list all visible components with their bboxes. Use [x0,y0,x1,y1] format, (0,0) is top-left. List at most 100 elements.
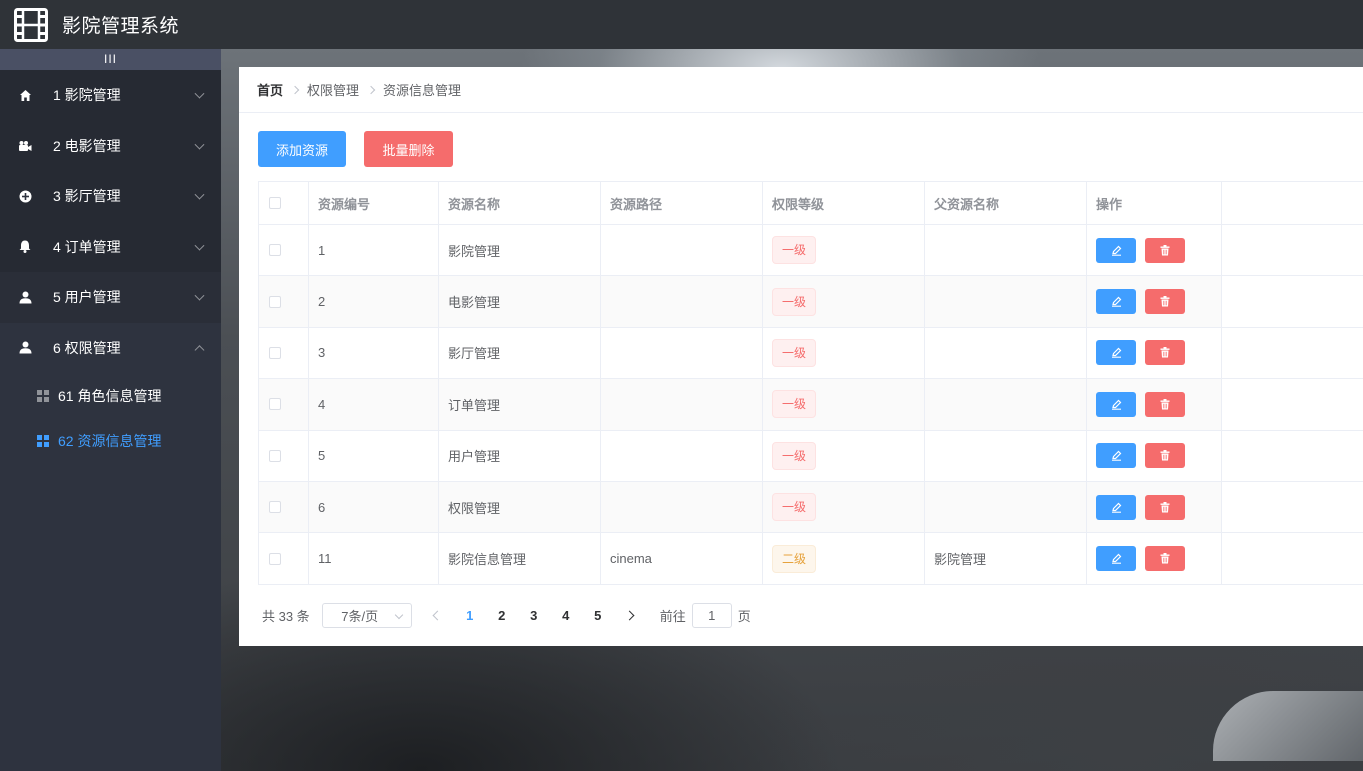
cell-parent [925,379,1087,431]
user-icon [18,341,32,355]
row-checkbox[interactable] [269,295,281,308]
page-number[interactable]: 1 [454,601,486,629]
cell-name: 订单管理 [439,379,601,431]
chevron-down-icon [394,610,403,619]
row-checkbox[interactable] [269,552,281,565]
cell-name: 影厅管理 [439,327,601,380]
table-row: 6 权限管理 一级 [258,481,1363,534]
camera-icon [18,139,32,153]
sidebar-item-label: 6 权限管理 [53,339,121,356]
edit-button[interactable] [1096,391,1136,417]
delete-button[interactable] [1145,391,1185,417]
breadcrumb-separator-icon [290,85,300,94]
level-tag: 一级 [772,493,817,522]
breadcrumb: 首页 权限管理 资源信息管理 [239,67,1363,113]
cell-id: 11 [309,533,439,585]
table-row: 4 订单管理 一级 [258,379,1363,431]
table-row: 11 影院信息管理 cinema 二级 影院管理 [258,533,1363,585]
table-body: 1 影院管理 一级 2 电影管理 一级 3 影厅管理 一级 4 订单管理 一级 5 用户管理 一级 6 权限管理… [258,225,1363,585]
edit-button[interactable] [1096,546,1136,572]
sidebar-item-permission[interactable]: 6 权限管理 [0,323,221,374]
sidebar-item-label: 5 用户管理 [53,289,121,306]
cell-path [601,276,763,328]
page-number[interactable]: 2 [486,601,518,629]
top-header: 影院管理系统 [0,0,1363,49]
sidebar-item-hall[interactable]: 3 影厅管理 [0,171,221,222]
row-filler [1222,533,1363,585]
table-row: 3 影厅管理 一级 [258,327,1363,380]
grid-icon [37,434,49,447]
delete-button[interactable] [1145,494,1185,520]
sidebar-subitem-resource[interactable]: 62 资源信息管理 [0,418,221,463]
row-checkbox[interactable] [269,244,281,257]
cell-parent: 影院管理 [925,533,1087,585]
edit-button[interactable] [1096,289,1136,315]
next-page-button[interactable] [614,601,646,629]
table-header: 资源编号 资源名称 资源路径 权限等级 父资源名称 操作 [258,182,1363,225]
goto-page-input[interactable] [691,602,732,628]
cell-path [601,430,763,482]
sidebar-subitem-role[interactable]: 61 角色信息管理 [0,373,221,418]
level-tag: 一级 [772,236,817,265]
chevron-up-icon [194,344,205,355]
collapse-toggle[interactable]: III [0,49,221,70]
sidebar-item-order[interactable]: 4 订单管理 [0,221,221,272]
delete-button[interactable] [1145,340,1185,366]
sidebar-item-movie[interactable]: 2 电影管理 [0,120,221,171]
delete-button[interactable] [1145,237,1185,263]
cell-id: 5 [309,430,439,482]
sidebar-item-label: 4 订单管理 [53,238,121,255]
page-number[interactable]: 3 [518,601,550,629]
breadcrumb-separator-icon [366,85,376,94]
header-actions: 操作 [1087,182,1222,225]
sidebar-item-label: 2 电影管理 [53,137,121,154]
cell-name: 影院管理 [439,225,601,277]
chevron-left-icon [432,610,443,620]
header-filler [1222,182,1363,225]
app-title: 影院管理系统 [62,16,180,37]
delete-button[interactable] [1145,289,1185,315]
main-card: 首页 权限管理 资源信息管理 添加资源 批量删除 资源编号 资源名称 资源路径 … [239,67,1363,646]
table-row: 2 电影管理 一级 [258,276,1363,328]
page-number[interactable]: 4 [550,601,582,629]
edit-button[interactable] [1096,237,1136,263]
edit-icon [1111,245,1122,256]
table-row: 1 影院管理 一级 [258,225,1363,277]
page-size-select[interactable]: 7条/页 [321,602,412,628]
cell-path: cinema [601,533,763,585]
cell-id: 1 [309,225,439,277]
row-checkbox[interactable] [269,449,281,462]
batch-delete-button[interactable]: 批量删除 [364,131,453,167]
delete-button[interactable] [1145,443,1185,469]
add-resource-button[interactable]: 添加资源 [258,131,346,167]
goto-suffix: 页 [737,608,751,624]
page-number[interactable]: 5 [582,601,614,629]
cell-name: 影院信息管理 [439,533,601,585]
delete-button[interactable] [1145,546,1185,572]
cell-path [601,225,763,277]
edit-icon [1111,347,1122,359]
row-checkbox[interactable] [269,501,281,514]
row-checkbox[interactable] [269,346,281,359]
sidebar-item-user[interactable]: 5 用户管理 [0,272,221,323]
edit-button[interactable] [1096,494,1136,520]
chevron-down-icon [194,240,205,251]
row-checkbox[interactable] [269,398,281,411]
header-path: 资源路径 [601,182,763,225]
row-filler [1222,327,1363,380]
level-tag: 二级 [772,544,817,573]
sidebar-item-cinema[interactable]: 1 影院管理 [0,70,221,121]
sidebar: III 1 影院管理 2 电影管理 3 影厅管理 4 订单管理 5 用户管理 6… [0,49,221,771]
prev-page-button[interactable] [422,601,454,629]
level-tag: 一级 [772,441,817,470]
pagination: 共 33 条 7条/页 1 2 3 4 5 前往 页 [262,601,751,629]
cell-id: 3 [309,327,439,380]
edit-button[interactable] [1096,340,1136,366]
bell-icon [18,240,32,254]
cell-parent [925,430,1087,482]
select-all-checkbox[interactable] [269,197,281,209]
breadcrumb-home[interactable]: 首页 [257,80,283,99]
cell-parent [925,481,1087,534]
edit-button[interactable] [1096,443,1136,469]
trash-icon [1160,244,1170,256]
